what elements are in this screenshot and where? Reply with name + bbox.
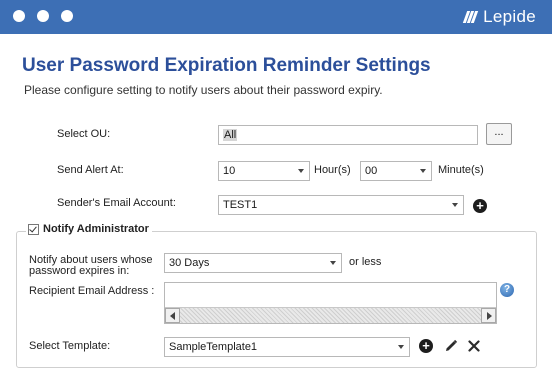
scroll-left-icon[interactable]: [165, 308, 180, 323]
select-ou-label: Select OU:: [57, 128, 111, 140]
chevron-down-icon: [452, 203, 458, 207]
add-template-icon[interactable]: +: [419, 339, 433, 353]
notify-admin-checkbox[interactable]: [28, 223, 39, 235]
minute-select[interactable]: 00: [360, 161, 432, 181]
sender-email-label: Sender's Email Account:: [57, 197, 176, 209]
close-icon: [468, 340, 480, 352]
template-select[interactable]: SampleTemplate1: [164, 337, 410, 357]
chevron-down-icon: [330, 261, 336, 265]
minute-value: 00: [365, 165, 378, 177]
template-value: SampleTemplate1: [169, 341, 258, 353]
pencil-icon: [446, 339, 458, 351]
brand-logo: Lepide: [462, 6, 536, 28]
expiry-days-select[interactable]: 30 Days: [164, 253, 342, 273]
expiry-days-value: 30 Days: [169, 257, 210, 269]
hour-unit-label: Hour(s): [314, 164, 351, 176]
recipient-email-label: Recipient Email Address :: [29, 285, 155, 297]
page-subtitle: Please configure setting to notify users…: [24, 83, 383, 97]
scroll-right-icon[interactable]: [481, 308, 496, 323]
send-alert-label: Send Alert At:: [57, 164, 124, 176]
window-dot-2[interactable]: [37, 10, 49, 22]
delete-template-icon[interactable]: [466, 338, 482, 354]
brand-name: Lepide: [483, 7, 536, 26]
chevron-down-icon: [298, 169, 304, 173]
select-ou-value: All: [223, 129, 238, 141]
title-bar: Lepide: [0, 0, 552, 34]
minute-unit-label: Minute(s): [438, 164, 484, 176]
window-dot-3[interactable]: [61, 10, 73, 22]
select-template-label: Select Template:: [29, 340, 111, 352]
plus-circle-icon[interactable]: +: [473, 199, 487, 213]
hour-value: 10: [223, 165, 236, 177]
notify-admin-label: Notify Administrator: [43, 223, 149, 235]
select-ou-input[interactable]: All: [218, 125, 478, 145]
or-less-label: or less: [349, 256, 382, 268]
window-dot-1[interactable]: [13, 10, 25, 22]
hour-select[interactable]: 10: [218, 161, 310, 181]
lepide-logo-icon: [462, 10, 479, 24]
chevron-down-icon: [398, 345, 404, 349]
chevron-down-icon: [420, 169, 426, 173]
page-title: User Password Expiration Reminder Settin…: [22, 55, 431, 76]
notify-about-label-2: password expires in:: [29, 265, 130, 277]
edit-template-icon[interactable]: [443, 338, 459, 354]
horizontal-scrollbar[interactable]: [165, 307, 496, 323]
notify-admin-header: Notify Administrator: [26, 223, 152, 235]
help-icon[interactable]: ?: [500, 283, 514, 297]
browse-ou-button[interactable]: ...: [486, 123, 512, 145]
sender-email-select[interactable]: TEST1: [218, 195, 464, 215]
sender-email-value: TEST1: [223, 199, 258, 211]
recipient-email-textarea[interactable]: [164, 282, 497, 324]
